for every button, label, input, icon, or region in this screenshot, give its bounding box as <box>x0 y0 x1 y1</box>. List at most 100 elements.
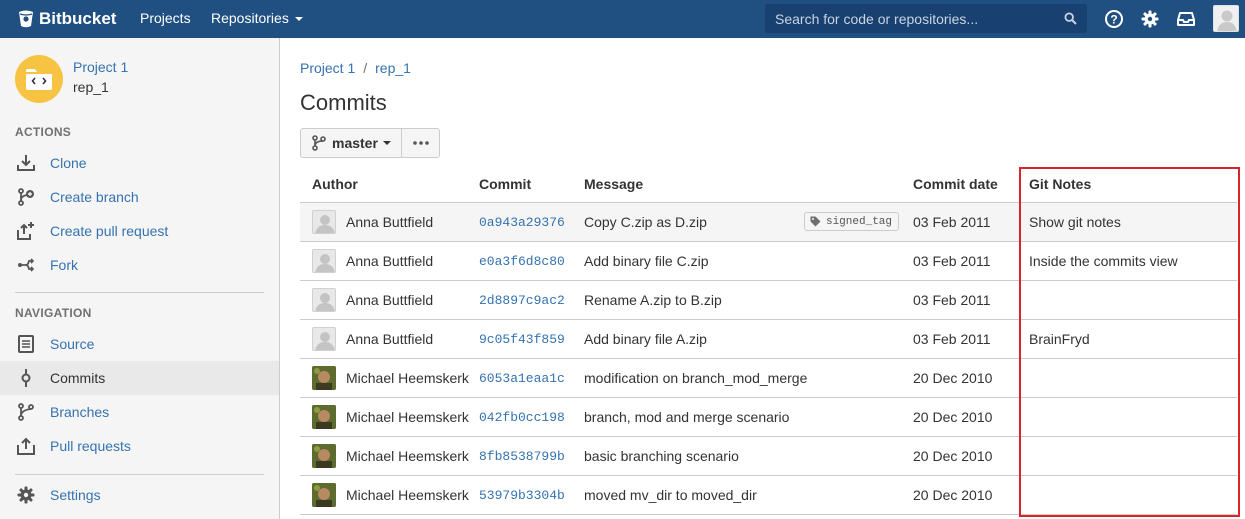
commit-date: 20 Dec 2010 <box>913 397 1019 437</box>
author-name: Anna Buttfield <box>346 213 434 230</box>
sidebar-item-pull-requests[interactable]: Pull requests <box>0 429 279 463</box>
sidebar: Project 1 rep_1 ACTIONS Clone Create bra… <box>0 38 280 519</box>
git-note: BrainFryd <box>1019 319 1237 359</box>
tag-badge[interactable]: signed_tag <box>803 212 899 231</box>
inbox-icon[interactable] <box>1175 8 1197 30</box>
breadcrumb-repo-link[interactable]: rep_1 <box>375 60 411 76</box>
logo-text: Bitbucket <box>39 9 117 28</box>
breadcrumb-project-link[interactable]: Project 1 <box>300 60 355 76</box>
commit-message: modification on branch_mod_merge <box>584 358 913 398</box>
nav-repositories-dropdown[interactable]: Repositories <box>211 0 303 38</box>
nav-projects-link[interactable]: Projects <box>140 0 191 38</box>
author-avatar <box>312 404 336 429</box>
commit-date: 03 Feb 2011 <box>913 280 1019 320</box>
git-note <box>1019 397 1237 437</box>
table-row[interactable]: Anna Buttfield e0a3f6d8c80 Add binary fi… <box>300 241 1237 281</box>
folder-code-icon <box>26 69 52 90</box>
author-avatar <box>312 443 336 468</box>
more-actions-button[interactable] <box>401 128 440 158</box>
chevron-down-icon <box>294 17 303 22</box>
commit-date: 03 Feb 2011 <box>913 241 1019 281</box>
commit-message: Add binary file A.zip <box>584 319 913 359</box>
message-column-header: Message <box>584 167 913 203</box>
table-row[interactable]: Michael Heemskerk 8fb8538799b basic bran… <box>300 436 1237 476</box>
sidebar-item-clone[interactable]: Clone <box>0 146 279 180</box>
commit-hash-link[interactable]: 2d8897c9ac2 <box>479 293 565 308</box>
search-box[interactable] <box>765 4 1087 33</box>
commit-hash-link[interactable]: 9c05f43f859 <box>479 332 565 347</box>
commit-message: moved mv_dir to moved_dir <box>584 475 913 515</box>
tag-label: signed_tag <box>825 215 892 228</box>
author-name: Anna Buttfield <box>346 252 434 269</box>
user-avatar[interactable] <box>1213 5 1239 32</box>
table-row[interactable]: Anna Buttfield 9c05f43f859 Add binary fi… <box>300 319 1237 359</box>
commit-hash-link[interactable]: 6053a1eaa1c <box>479 371 565 386</box>
branch-selector-button[interactable]: master <box>300 128 402 158</box>
table-row[interactable]: Michael Heemskerk 6053a1eaa1c modificati… <box>300 358 1237 398</box>
table-row[interactable]: Michael Heemskerk 042fb0cc198 branch, mo… <box>300 397 1237 437</box>
actions-section-title: ACTIONS <box>15 125 72 139</box>
top-navigation-bar: Bitbucket Projects Repositories ? <box>0 0 1245 38</box>
fork-icon <box>15 254 37 276</box>
sidebar-item-branches[interactable]: Branches <box>0 395 279 429</box>
commit-message: Copy C.zip as D.zip <box>584 213 707 230</box>
commit-hash-link[interactable]: 53979b3304b <box>479 488 565 503</box>
sidebar-item-label: Source <box>50 336 95 352</box>
sidebar-item-label: Create pull request <box>50 223 169 239</box>
help-icon[interactable]: ? <box>1103 8 1125 30</box>
svg-text:?: ? <box>1110 13 1117 27</box>
git-note <box>1019 280 1237 320</box>
commits-icon <box>15 367 37 389</box>
project-avatar[interactable] <box>15 55 63 103</box>
tag-icon <box>810 216 821 227</box>
git-notes-column-header: Git Notes <box>1019 167 1237 203</box>
table-row[interactable]: Anna Buttfield 2d8897c9ac2 Rename A.zip … <box>300 280 1237 320</box>
create-branch-icon <box>15 186 37 208</box>
sidebar-item-source[interactable]: Source <box>0 327 279 361</box>
author-avatar <box>312 365 336 390</box>
sidebar-item-label: Branches <box>50 404 110 420</box>
author-avatar <box>312 248 336 273</box>
breadcrumb-separator: / <box>363 60 368 76</box>
commits-table: Author Commit Message Commit date Git No… <box>300 167 1237 515</box>
commit-column-header: Commit <box>479 167 584 203</box>
sidebar-item-label: Clone <box>50 155 87 171</box>
commit-date: 20 Dec 2010 <box>913 475 1019 515</box>
git-note <box>1019 436 1237 476</box>
sidebar-item-commits[interactable]: Commits <box>0 361 279 395</box>
commit-message: basic branching scenario <box>584 436 913 476</box>
author-name: Anna Buttfield <box>346 330 434 347</box>
author-name: Michael Heemskerk <box>346 447 469 464</box>
search-input[interactable] <box>775 10 1055 27</box>
sidebar-item-fork[interactable]: Fork <box>0 248 279 282</box>
search-icon[interactable] <box>1064 12 1077 25</box>
sidebar-item-label: Commits <box>50 370 106 386</box>
sidebar-item-create-branch[interactable]: Create branch <box>0 180 279 214</box>
sidebar-item-label: Settings <box>50 487 101 503</box>
table-row[interactable]: Anna Buttfield 0a943a29376 Copy C.zip as… <box>300 202 1237 242</box>
commit-date: 03 Feb 2011 <box>913 202 1019 242</box>
git-note <box>1019 475 1237 515</box>
author-avatar <box>312 482 336 507</box>
gear-icon <box>15 484 37 506</box>
git-note: Inside the commits view <box>1019 241 1237 281</box>
bitbucket-logo[interactable]: Bitbucket <box>18 0 116 38</box>
project-name-link[interactable]: Project 1 <box>73 59 128 75</box>
author-name: Michael Heemskerk <box>346 408 469 425</box>
gear-icon[interactable] <box>1139 8 1161 30</box>
sidebar-divider <box>15 474 264 475</box>
sidebar-item-label: Create branch <box>50 189 139 205</box>
sidebar-item-settings[interactable]: Settings <box>0 478 279 512</box>
git-note <box>1019 358 1237 398</box>
commit-hash-link[interactable]: 8fb8538799b <box>479 449 565 464</box>
commit-hash-link[interactable]: 042fb0cc198 <box>479 410 565 425</box>
commit-hash-link[interactable]: e0a3f6d8c80 <box>479 254 565 269</box>
author-avatar <box>312 326 336 351</box>
commit-date: 03 Feb 2011 <box>913 319 1019 359</box>
author-column-header: Author <box>300 167 479 203</box>
table-row[interactable]: Michael Heemskerk 53979b3304b moved mv_d… <box>300 475 1237 515</box>
sidebar-item-create-pull-request[interactable]: Create pull request <box>0 214 279 248</box>
sidebar-item-label: Pull requests <box>50 438 131 454</box>
author-name: Michael Heemskerk <box>346 369 469 386</box>
commit-hash-link[interactable]: 0a943a29376 <box>479 215 565 230</box>
